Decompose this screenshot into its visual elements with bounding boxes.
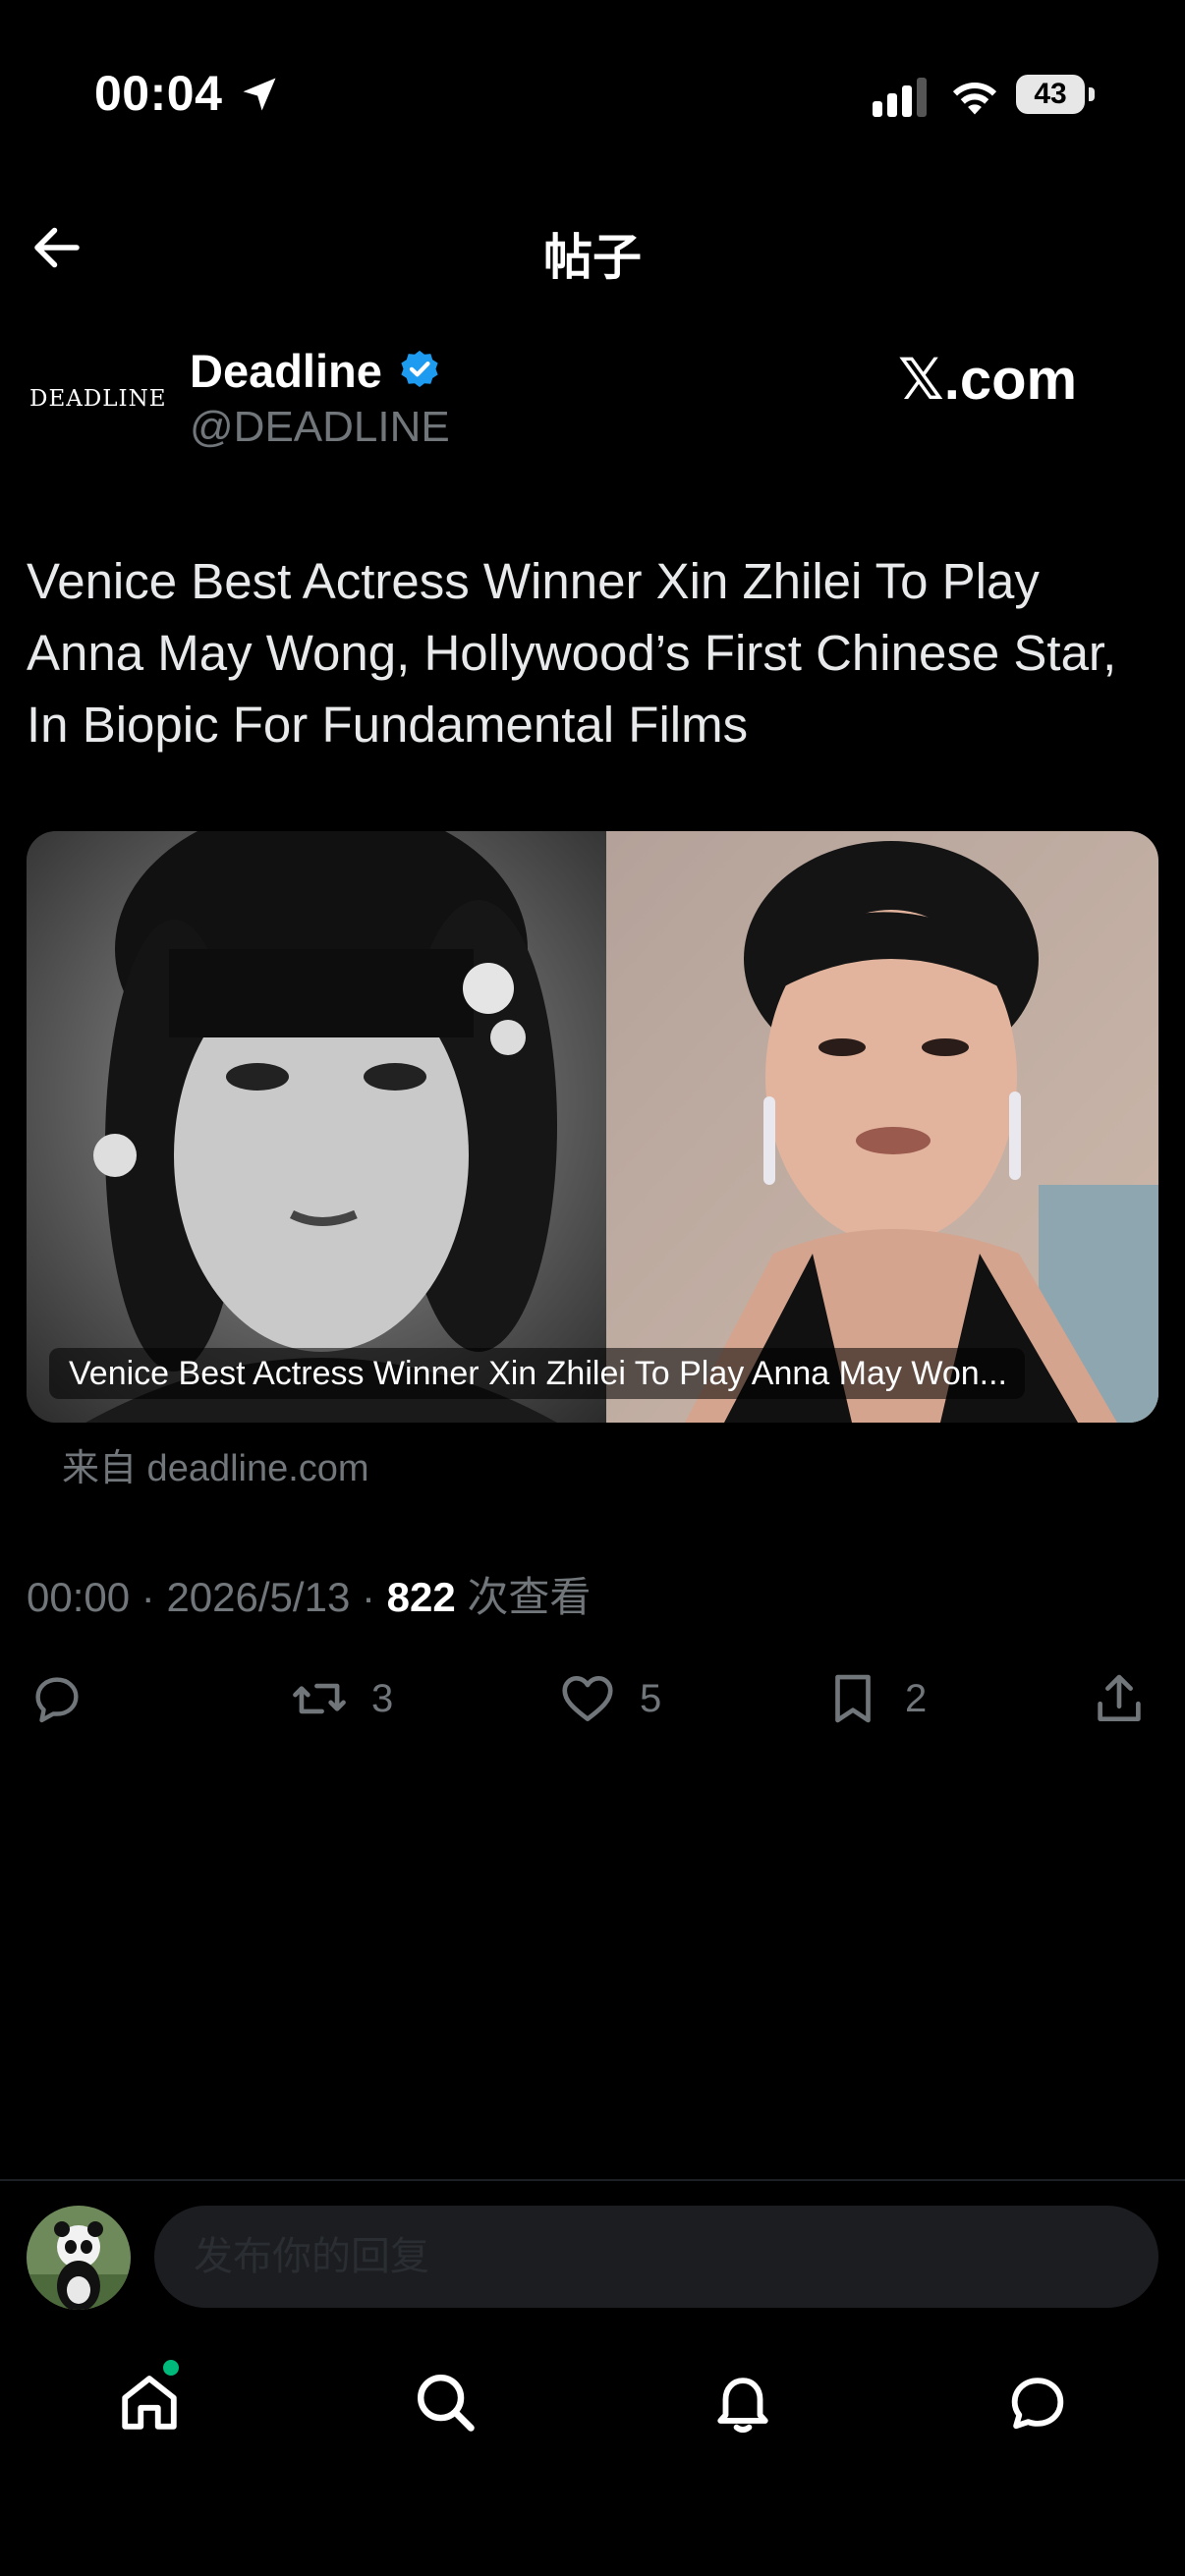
reply-icon bbox=[35, 1677, 79, 1723]
views-label: 次查看 bbox=[467, 1574, 592, 1620]
views-count: 822 bbox=[386, 1574, 456, 1620]
card-caption: Venice Best Actress Winner Xin Zhilei To… bbox=[49, 1348, 1025, 1399]
meta-separator: · bbox=[141, 1574, 155, 1620]
retweet-button[interactable]: 3 bbox=[289, 1667, 393, 1730]
author-name[interactable]: Deadline bbox=[190, 344, 382, 398]
message-icon[interactable] bbox=[1003, 2368, 1072, 2436]
tweet-text: Venice Best Actress Winner Xin Zhilei To… bbox=[27, 553, 1117, 753]
tweet-time: 00:00 bbox=[27, 1574, 131, 1620]
reply-button[interactable] bbox=[27, 1667, 87, 1730]
portrait-photo-bw bbox=[27, 831, 606, 1423]
bookmark-button[interactable]: 2 bbox=[822, 1667, 927, 1730]
source-brand-label: 𝕏.com bbox=[898, 348, 1078, 412]
bookmark-icon bbox=[835, 1674, 871, 1723]
like-button[interactable]: 5 bbox=[557, 1667, 661, 1730]
meta-separator: · bbox=[361, 1574, 375, 1620]
share-button[interactable] bbox=[1089, 1667, 1150, 1730]
share-icon bbox=[1098, 1674, 1141, 1721]
battery-nub bbox=[1089, 87, 1095, 101]
home-notification-dot bbox=[163, 2360, 179, 2376]
page-title: 帖子 bbox=[543, 230, 642, 285]
author-handle[interactable]: @DEADLINE bbox=[190, 403, 450, 452]
home-icon[interactable] bbox=[115, 2368, 184, 2436]
retweet-count: 3 bbox=[371, 1676, 394, 1720]
heart-icon bbox=[562, 1676, 613, 1721]
signal-icon bbox=[873, 78, 927, 117]
battery-indicator: 43 bbox=[1016, 75, 1085, 114]
location-arrow-icon bbox=[243, 78, 276, 111]
wifi-icon bbox=[952, 82, 997, 115]
status-time: 00:04 bbox=[94, 66, 223, 121]
tweet-date: 2026/5/13 bbox=[166, 1574, 351, 1620]
like-count: 5 bbox=[640, 1676, 662, 1720]
bell-icon[interactable] bbox=[708, 2368, 777, 2436]
link-card[interactable]: Venice Best Actress Winner Xin Zhilei To… bbox=[27, 831, 1158, 1423]
tweet-meta: 00:00 · 2026/5/13 · 822 次查看 bbox=[27, 1564, 591, 1624]
verified-badge-icon bbox=[401, 350, 438, 388]
author-avatar-logo[interactable]: DEADLINE bbox=[29, 386, 166, 412]
search-icon[interactable] bbox=[411, 2368, 480, 2436]
retweet-icon bbox=[293, 1683, 346, 1714]
composer-divider bbox=[0, 2179, 1185, 2181]
card-source-link[interactable]: 来自 deadline.com bbox=[62, 1437, 369, 1491]
user-avatar[interactable] bbox=[27, 2206, 131, 2310]
reply-input[interactable] bbox=[154, 2206, 1158, 2308]
bookmark-count: 2 bbox=[905, 1676, 928, 1720]
portrait-photo-color bbox=[606, 831, 1158, 1423]
